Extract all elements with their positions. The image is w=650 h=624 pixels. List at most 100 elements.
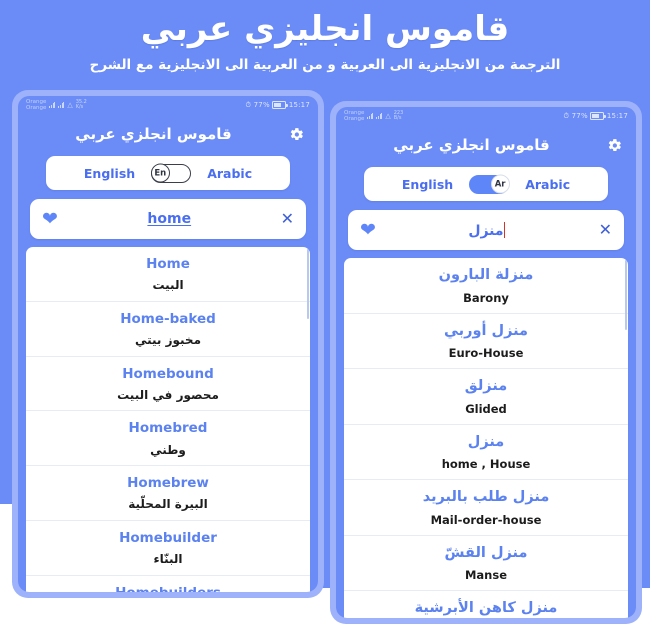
result-term: Homebuilders xyxy=(32,584,304,592)
scrollbar[interactable] xyxy=(306,249,309,319)
promo-title: قاموس انجليزي عربي xyxy=(140,9,510,49)
list-item[interactable]: منزل القشّ Manse xyxy=(344,536,628,591)
results-list-left[interactable]: Home البيت Home-baked مخبوز بيتي Homebou… xyxy=(26,247,310,592)
battery-icon xyxy=(590,112,606,120)
carrier-labels: Orange Orange xyxy=(26,99,46,112)
result-definition: وطني xyxy=(150,442,186,457)
result-term: منزل طلب بالبريد xyxy=(422,489,550,505)
result-term: Homebound xyxy=(122,365,214,382)
list-item[interactable]: Home-baked مخبوز بيتي xyxy=(26,302,310,357)
language-switch[interactable]: Ar xyxy=(469,174,510,194)
status-bar-right: ⏱ 77% 15:17 xyxy=(245,101,310,110)
result-definition: home , House xyxy=(441,457,531,472)
result-term: منزلق xyxy=(464,378,508,394)
app-bar: قاموس انجلزي عربي xyxy=(336,125,636,165)
network-speed: 223 B/s xyxy=(393,110,404,122)
promo-banner: قاموس انجليزي عربي الترجمة من الانجليزية… xyxy=(0,0,650,624)
close-icon[interactable]: ✕ xyxy=(281,211,294,227)
close-icon[interactable]: ✕ xyxy=(599,222,612,238)
result-definition: Euro-House xyxy=(448,346,524,361)
phone-screen-left: Orange Orange △ 35.2 K/s ⏱ 77% 15:17 قام… xyxy=(18,96,318,592)
language-switch-knob[interactable]: En xyxy=(150,163,170,183)
result-term: منزل القشّ xyxy=(444,544,528,561)
list-item[interactable]: Homebred وطني xyxy=(26,411,310,467)
list-item[interactable]: منزلق Glided xyxy=(344,369,628,425)
list-item[interactable]: منزل أوربي Euro-House xyxy=(344,314,628,369)
signal-bars-icon-2 xyxy=(58,102,65,108)
language-label-english: English xyxy=(83,165,136,181)
list-item[interactable]: منزل كاهن الأبرشية xyxy=(344,591,628,618)
result-definition: البنّاء xyxy=(153,552,183,567)
battery-percent: 77% xyxy=(253,101,270,109)
promo-header: قاموس انجليزي عربي الترجمة من الانجليزية… xyxy=(0,0,650,74)
wifi-icon: △ xyxy=(385,111,391,120)
carrier-line-2: Orange xyxy=(344,116,365,122)
status-bar-time: 15:17 xyxy=(606,112,628,120)
result-term: Homebred xyxy=(128,420,208,437)
result-term: Homebrew xyxy=(127,475,209,492)
result-term: منزلة البارون xyxy=(438,267,534,283)
wifi-icon: △ xyxy=(67,100,73,109)
list-item[interactable]: Home البيت xyxy=(26,247,310,302)
language-label-arabic: Arabic xyxy=(525,176,571,192)
heart-icon[interactable]: ❤ xyxy=(360,220,376,240)
result-definition: محصور في البيت xyxy=(117,387,219,402)
status-bar: Orange Orange △ 223 B/s ⏱ 77% 15:17 xyxy=(336,107,636,125)
language-switch-knob[interactable]: Ar xyxy=(490,174,510,194)
phone-mockup-left: Orange Orange △ 35.2 K/s ⏱ 77% 15:17 قام… xyxy=(12,90,324,598)
result-term: منزل xyxy=(467,433,505,450)
status-bar-right: ⏱ 77% 15:17 xyxy=(563,112,628,121)
list-item[interactable]: Homebound محصور في البيت xyxy=(26,357,310,412)
phone-screen-right: Orange Orange △ 223 B/s ⏱ 77% 15:17 قامو… xyxy=(336,107,636,618)
results-list-right[interactable]: منزلة البارون Barony منزل أوربي Euro-Hou… xyxy=(344,258,628,618)
signal-bars-icon-2 xyxy=(376,113,383,119)
list-item[interactable]: منزل home , House xyxy=(344,425,628,480)
language-label-english: English xyxy=(401,176,454,192)
network-speed-unit: B/s xyxy=(393,115,402,121)
heart-icon[interactable]: ❤ xyxy=(42,209,58,229)
status-bar: Orange Orange △ 35.2 K/s ⏱ 77% 15:17 xyxy=(18,96,318,114)
alarm-icon: ⏱ xyxy=(245,100,252,109)
result-definition: Barony xyxy=(463,290,509,305)
list-item[interactable]: منزل طلب بالبريد Mail-order-house xyxy=(344,480,628,536)
search-input[interactable]: home xyxy=(58,211,281,227)
text-cursor xyxy=(503,221,506,238)
search-input[interactable]: منزل xyxy=(376,221,599,239)
result-definition: Manse xyxy=(464,568,508,583)
result-definition: Mail-order-house xyxy=(430,512,542,527)
battery-percent: 77% xyxy=(571,112,588,120)
language-switch[interactable]: En xyxy=(150,163,192,183)
gear-icon[interactable] xyxy=(287,125,306,144)
app-title: قاموس انجلزي عربي xyxy=(393,136,550,154)
gear-icon[interactable] xyxy=(605,136,624,155)
list-item[interactable]: Homebuilder البنّاء xyxy=(26,521,310,576)
result-definition: البيرة المحلّية xyxy=(128,497,208,512)
list-item[interactable]: Homebuilders xyxy=(26,576,310,592)
signal-bars-icon xyxy=(367,113,374,119)
alarm-icon: ⏱ xyxy=(563,111,570,120)
promo-subtitle: الترجمة من الانجليزية الى العربية و من ا… xyxy=(89,56,561,73)
network-speed: 35.2 K/s xyxy=(75,99,87,111)
status-bar-time: 15:17 xyxy=(288,101,310,109)
language-toggle-card: English En Arabic xyxy=(46,156,290,190)
list-item[interactable]: Homebrew البيرة المحلّية xyxy=(26,466,310,522)
app-bar: قاموس انجلزي عربي xyxy=(18,114,318,154)
carrier-line-2: Orange xyxy=(26,105,47,111)
result-definition: البيت xyxy=(152,278,184,293)
result-definition: Glided xyxy=(465,401,507,416)
search-bar[interactable]: ❤ منزل ✕ xyxy=(348,210,624,250)
search-bar[interactable]: ❤ home ✕ xyxy=(30,199,306,239)
result-term: منزل أوربي xyxy=(444,322,528,339)
status-bar-left: Orange Orange △ 35.2 K/s xyxy=(26,99,87,112)
result-term: Homebuilder xyxy=(119,530,217,547)
result-term: Home-baked xyxy=(120,310,216,327)
search-input-value: منزل xyxy=(468,222,504,239)
result-definition: مخبوز بيتي xyxy=(134,333,202,348)
battery-icon xyxy=(272,101,288,109)
signal-bars-icon xyxy=(49,102,56,108)
scrollbar[interactable] xyxy=(624,260,627,330)
list-item[interactable]: منزلة البارون Barony xyxy=(344,258,628,314)
result-term: Home xyxy=(146,256,190,272)
phone-mockup-right: Orange Orange △ 223 B/s ⏱ 77% 15:17 قامو… xyxy=(330,101,642,624)
network-speed-unit: K/s xyxy=(75,104,84,110)
